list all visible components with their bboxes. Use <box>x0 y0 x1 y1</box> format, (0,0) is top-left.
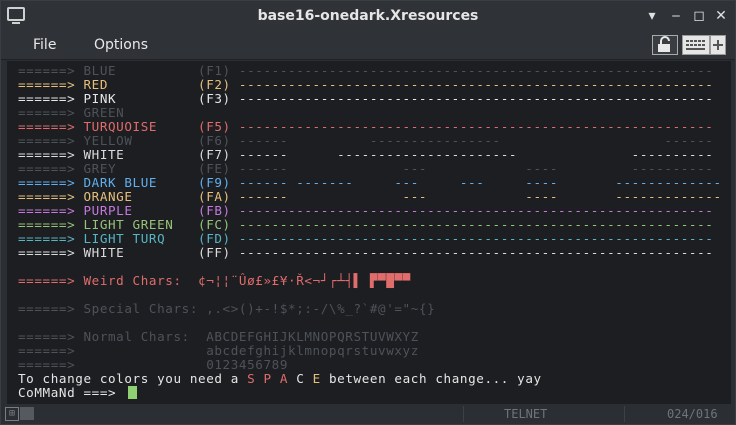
terminal-line: ======> LIGHT GREEN (FC) ---------------… <box>18 217 714 232</box>
terminal-window: base16-onedark.Xresources ▾ ‒ ◻ ✕ File O… <box>0 0 736 425</box>
lock-icon[interactable] <box>652 35 678 55</box>
terminal-line: ======> Special Chars: ,.<>()+-!$*;:-/\%… <box>18 301 436 316</box>
menu-options[interactable]: Options <box>94 37 148 53</box>
maximize-icon[interactable]: ◻ <box>690 7 708 25</box>
terminal-cursor <box>128 386 138 399</box>
instruction-prefix: To change colors you need a <box>18 371 248 386</box>
command-prompt: CoMMaNd ===> <box>18 385 117 400</box>
keyboard-icon[interactable] <box>710 35 726 55</box>
close-icon[interactable]: ✕ <box>712 7 730 25</box>
instruction-line: To change colors you need a S P A C E be… <box>18 372 542 386</box>
status-divider <box>624 406 625 422</box>
terminal-line: ======> YELLOW (F6) ------ -------------… <box>18 133 714 148</box>
menu-bar: File Options <box>1 31 735 60</box>
terminal-line: ======> BLUE (F1) ----------------------… <box>18 63 714 78</box>
space-letter-a: A <box>279 371 289 386</box>
terminal-line: ======> GREEN <box>18 105 125 120</box>
terminal-line: ======> PINK (F3) ----------------------… <box>18 91 714 106</box>
terminal-line: ======> LIGHT TURQ (FD) ----------------… <box>18 231 714 246</box>
window-title: base16-onedark.Xresources <box>257 8 479 24</box>
terminal-line: ======> GREY (FE) ------ --- ---- ------… <box>18 161 714 176</box>
space-letter-s: S <box>247 371 256 386</box>
terminal-line: ======> WHITE (F7) ------ --------------… <box>18 147 714 162</box>
terminal-line: ======> abcdefghijklmnopqrstuvwxyz <box>18 343 419 358</box>
status-bar: ⊞ TELNET 024/016 <box>1 404 735 424</box>
instruction-suffix: between each change... yay <box>320 371 542 386</box>
minimize-icon[interactable]: ▾ <box>643 7 661 25</box>
terminal-line: ======> DARK BLUE (F9) ------ ------- --… <box>18 175 722 190</box>
terminal-line: ======> 0123456789 <box>18 357 289 372</box>
terminal-line: ======> Normal Chars: ABCDEFGHIJKLMNOPQR… <box>18 329 419 344</box>
space-letter-p: P <box>263 371 272 386</box>
status-divider <box>463 406 464 422</box>
space-letter-e: E <box>312 371 321 386</box>
keyboard-status-icon: ⊞ <box>5 407 19 421</box>
menu-file[interactable]: File <box>33 37 56 53</box>
protocol-label: TELNET <box>504 407 548 421</box>
terminal-line: ======> TURQUOISE (F5) -----------------… <box>18 119 714 134</box>
cursor-position: 024/016 <box>667 407 718 421</box>
terminal-line: ======> PURPLE (FB) --------------------… <box>18 203 714 218</box>
terminal-line: ======> Weird Chars: ¢¬¦¦¨Ûø£»£¥·Ř<¬┘┌┴┤… <box>18 273 411 288</box>
terminal-line: ======> WHITE (FF) ---------------------… <box>18 245 714 260</box>
terminal-screen[interactable]: ======> BLUE (F1) ----------------------… <box>7 61 731 404</box>
keypad-icon[interactable] <box>682 35 710 55</box>
terminal-line: ======> RED (F2) -----------------------… <box>18 77 714 92</box>
title-bar[interactable]: base16-onedark.Xresources ▾ ‒ ◻ ✕ <box>1 1 735 31</box>
command-line[interactable]: CoMMaNd ===> <box>18 385 138 400</box>
minimize-button[interactable]: ‒ <box>667 7 685 25</box>
terminal-line: ======> ORANGE (FA) ------ --- ---- ----… <box>18 189 722 204</box>
space-letter-c: C <box>296 371 305 386</box>
status-indicator <box>20 407 34 420</box>
